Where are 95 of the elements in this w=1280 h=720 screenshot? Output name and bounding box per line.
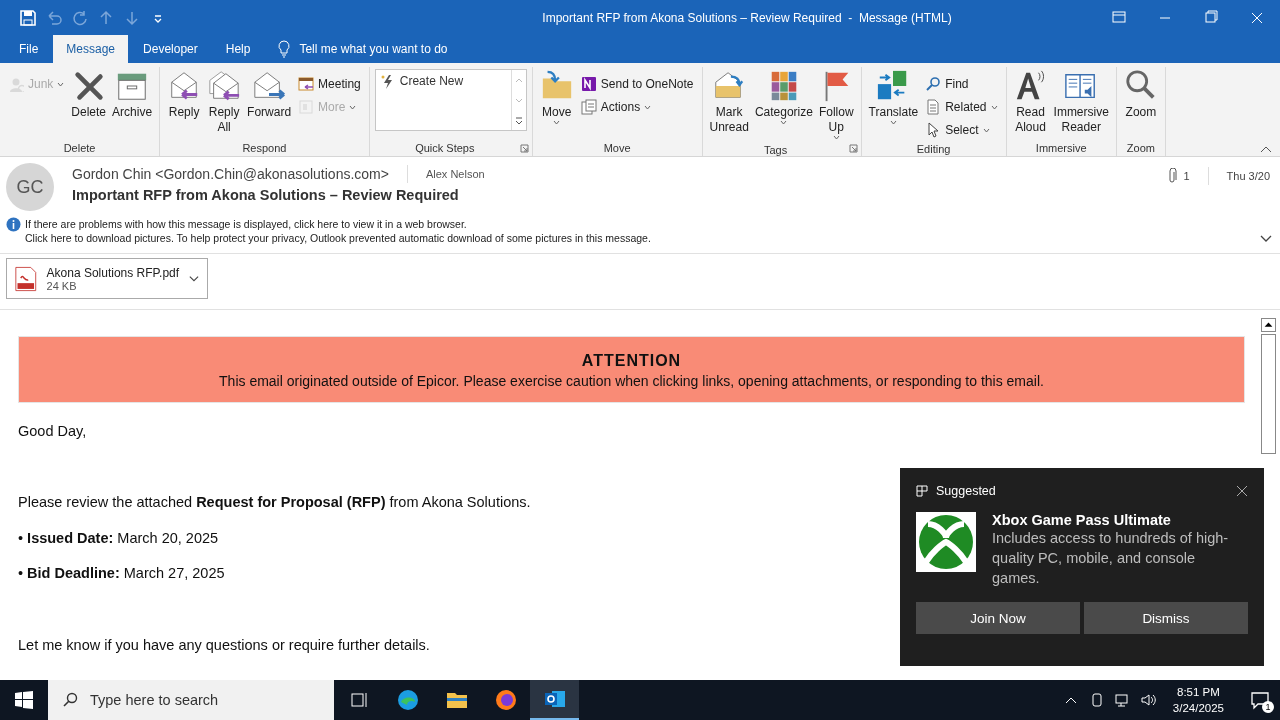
ribbon-button[interactable]: Mark Unread bbox=[707, 67, 751, 137]
toast-title: Xbox Game Pass Ultimate bbox=[992, 512, 1172, 528]
sender: Gordon Chin <Gordon.Chin@akonasolutions.com> bbox=[72, 166, 389, 182]
toast-text: Includes access to hundreds of high-quality PC, mobile, and console games. bbox=[992, 529, 1230, 588]
ribbon-button[interactable]: Select bbox=[922, 119, 1001, 141]
group-label: Editing bbox=[915, 142, 952, 157]
ribbon-button[interactable]: Read Aloud bbox=[1011, 67, 1050, 137]
attachment[interactable]: Akona Solutions RFP.pdf 24 KB bbox=[6, 258, 208, 299]
body-paragraph: • Bid Deadline: March 27, 2025 bbox=[18, 565, 225, 581]
ribbon-button[interactable]: Send to OneNote bbox=[577, 73, 697, 95]
subject: Important RFP from Akona Solutions – Review Required bbox=[72, 187, 460, 203]
calendar-icon bbox=[298, 76, 315, 92]
info-icon bbox=[6, 217, 21, 232]
ribbon-button[interactable]: Zoom bbox=[1121, 67, 1160, 122]
ribbon-button[interactable]: Actions bbox=[577, 96, 697, 118]
ribbon-button[interactable]: Forward bbox=[245, 67, 294, 122]
body-paragraph: • Issued Date: March 20, 2025 bbox=[18, 530, 219, 546]
clock[interactable]: 8:51 PM 3/24/2025 bbox=[1166, 684, 1230, 716]
caret-icon bbox=[57, 81, 65, 87]
paperclip-icon bbox=[1167, 168, 1178, 184]
notification-count: 1 bbox=[1262, 701, 1274, 713]
group-label: Move bbox=[602, 141, 632, 156]
ribbon-button[interactable]: Translate bbox=[866, 67, 921, 127]
collapse-ribbon-icon[interactable] bbox=[1260, 145, 1272, 153]
scrollbar-thumb[interactable] bbox=[1261, 334, 1276, 454]
close-icon[interactable] bbox=[1236, 485, 1248, 497]
caret-icon bbox=[644, 104, 652, 110]
caret-icon bbox=[990, 104, 998, 110]
ribbon-button[interactable]: Reply All bbox=[205, 67, 244, 137]
network-icon[interactable] bbox=[1114, 692, 1131, 708]
dialog-launcher-icon[interactable] bbox=[848, 144, 858, 153]
caret-icon bbox=[349, 104, 357, 110]
body-paragraph: Let me know if you have any questions or require further details. bbox=[18, 637, 430, 653]
recipient: Alex Nelson bbox=[425, 168, 485, 180]
toast-button[interactable]: Dismiss bbox=[1084, 602, 1248, 634]
taskbar-search-field[interactable]: Type here to search bbox=[48, 680, 334, 720]
save-icon[interactable] bbox=[18, 7, 38, 28]
group-label: Tags bbox=[762, 143, 789, 158]
banner-text: This email originated outside of Epicor. Please exercise caution when clicking links, opening attachments, or responding to this email. bbox=[218, 373, 1045, 389]
group-label: Delete bbox=[62, 141, 97, 156]
window-title: Important RFP from Akona Solutions – Review Required - Message (HTML) bbox=[541, 10, 953, 25]
search-icon bbox=[62, 692, 78, 708]
ribbon-button[interactable]: Meeting bbox=[295, 73, 364, 95]
ribbon-button[interactable]: Move bbox=[537, 67, 576, 127]
ribbon-button[interactable]: Delete bbox=[69, 67, 109, 122]
xbox-logo bbox=[916, 512, 976, 572]
onenote-icon bbox=[580, 76, 597, 92]
document-icon bbox=[925, 99, 942, 115]
info-message[interactable]: Click here to download pictures. To help protect your privacy, Outlook prevented automatic download of some pictures in this message. bbox=[25, 231, 651, 245]
toast-button[interactable]: Join Now bbox=[916, 602, 1080, 634]
group-label: Respond bbox=[241, 141, 288, 156]
dialog-launcher-icon[interactable] bbox=[519, 144, 529, 153]
caret-icon bbox=[780, 120, 788, 125]
info-message[interactable]: If there are problems with how this message is displayed, click here to view it in a web browser. bbox=[25, 217, 651, 231]
tell-me-field[interactable]: Tell me what you want to do bbox=[299, 42, 448, 56]
expand-icon[interactable] bbox=[1260, 235, 1272, 243]
ribbon-tab[interactable]: Help bbox=[212, 35, 264, 63]
notification-button[interactable]: 1 bbox=[1240, 680, 1280, 720]
body-paragraph: Please review the attached Request for Proposal (RFP) from Akona Solutions. bbox=[18, 494, 531, 510]
caret-icon bbox=[553, 120, 561, 125]
mail-app-icon[interactable] bbox=[530, 680, 579, 720]
ribbon-button[interactable]: Reply bbox=[165, 67, 204, 122]
ribbon-button[interactable]: Archive bbox=[110, 67, 155, 122]
ribbon-button[interactable]: Related bbox=[922, 96, 1001, 118]
group-label: Zoom bbox=[1125, 141, 1156, 156]
caret-icon bbox=[982, 127, 990, 133]
group-label: Quick Steps bbox=[414, 141, 476, 156]
group-label: Immersive bbox=[1034, 141, 1088, 156]
ribbon-tab[interactable]: Developer bbox=[130, 35, 211, 63]
ribbon-button[interactable]: Immersive Reader bbox=[1051, 67, 1111, 137]
lightning-icon bbox=[379, 74, 394, 90]
scroll-up-icon[interactable] bbox=[1261, 318, 1276, 332]
message-icon bbox=[1250, 690, 1270, 710]
search-icon bbox=[925, 76, 942, 92]
ribbon-button[interactable]: Find bbox=[922, 73, 1001, 95]
windows-icon bbox=[15, 691, 33, 709]
toast-header: Suggested bbox=[936, 484, 996, 498]
banner-title: ATTENTION bbox=[580, 352, 683, 370]
caret-icon bbox=[832, 135, 840, 140]
actions-icon bbox=[580, 99, 597, 115]
apps-icon bbox=[916, 485, 928, 497]
ribbon-tab[interactable]: Message bbox=[53, 35, 129, 63]
junk-icon bbox=[8, 76, 24, 92]
chevron-down-icon[interactable] bbox=[189, 274, 199, 283]
message-date: Thu 3/20 bbox=[1226, 170, 1270, 182]
body-paragraph: Good Day, bbox=[18, 423, 87, 439]
ribbon-button[interactable]: Categorize bbox=[752, 67, 815, 127]
volume-icon[interactable] bbox=[1140, 692, 1157, 708]
caret-icon bbox=[889, 120, 897, 125]
avatar: GC bbox=[6, 163, 54, 211]
lightbulb-icon bbox=[277, 40, 292, 58]
attachment-count: 1 bbox=[1183, 170, 1190, 182]
ribbon-button[interactable]: Follow Up bbox=[816, 67, 856, 142]
ribbon-tab[interactable]: File bbox=[6, 35, 52, 63]
reply-all-icon bbox=[207, 69, 242, 103]
